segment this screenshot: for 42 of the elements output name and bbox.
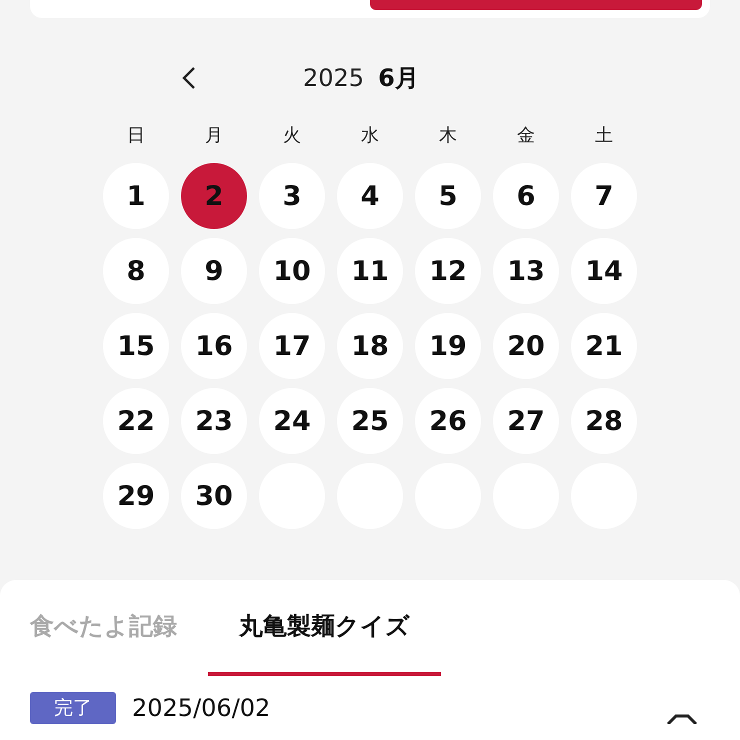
weekday-label: 日 (126, 126, 146, 146)
day-cell[interactable]: 10 (259, 238, 325, 304)
weekday-label: 土 (594, 126, 614, 146)
day-cell[interactable]: 8 (103, 238, 169, 304)
weekday-label: 水 (360, 126, 380, 146)
date-label: 2025/06/02 (132, 694, 270, 722)
day-cell[interactable]: 17 (259, 313, 325, 379)
day-cell[interactable]: 19 (415, 313, 481, 379)
day-cell[interactable]: 16 (181, 313, 247, 379)
day-cell[interactable]: 27 (493, 388, 559, 454)
day-cell[interactable]: 15 (103, 313, 169, 379)
weekday-label: 木 (438, 126, 458, 146)
day-cell[interactable]: 26 (415, 388, 481, 454)
year-label: 2025 (303, 64, 364, 92)
day-cell[interactable]: 23 (181, 388, 247, 454)
weekday-label: 火 (282, 126, 302, 146)
day-cell[interactable]: 9 (181, 238, 247, 304)
day-cell[interactable]: 6 (493, 163, 559, 229)
day-cell[interactable]: 20 (493, 313, 559, 379)
chevron-left-icon (182, 66, 196, 90)
month-label: 6月 (378, 63, 419, 94)
day-cell[interactable]: 4 (337, 163, 403, 229)
day-cell[interactable]: 30 (181, 463, 247, 529)
day-cell[interactable]: 22 (103, 388, 169, 454)
day-cell[interactable]: 1 (103, 163, 169, 229)
day-cell[interactable]: 13 (493, 238, 559, 304)
day-cell[interactable]: 21 (571, 313, 637, 379)
day-cell[interactable]: 7 (571, 163, 637, 229)
day-cell[interactable]: 24 (259, 388, 325, 454)
day-cell[interactable]: 5 (415, 163, 481, 229)
day-cell[interactable]: 11 (337, 238, 403, 304)
day-cell[interactable]: 14 (571, 238, 637, 304)
day-cell[interactable]: 18 (337, 313, 403, 379)
weekday-label: 月 (204, 126, 224, 146)
day-cell[interactable]: 28 (571, 388, 637, 454)
tab[interactable]: 丸亀製麺クイズ (208, 580, 441, 676)
day-cell[interactable]: 12 (415, 238, 481, 304)
weekday-label: 金 (516, 126, 536, 146)
day-cell[interactable]: 29 (103, 463, 169, 529)
status-badge: 完了 (30, 692, 116, 724)
day-cell[interactable]: 3 (259, 163, 325, 229)
day-cell[interactable]: 25 (337, 388, 403, 454)
